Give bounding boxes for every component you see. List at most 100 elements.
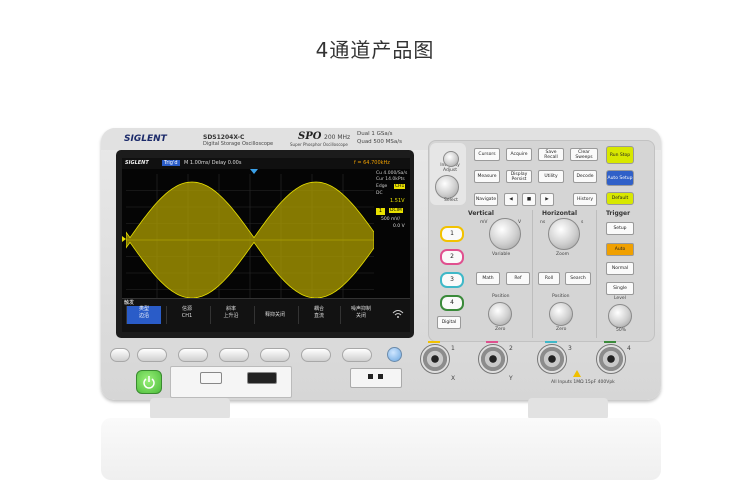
play-right-icon: ▶: [545, 197, 549, 202]
trigger-normal-button[interactable]: Normal: [606, 262, 634, 275]
navigate-button[interactable]: Navigate: [474, 193, 498, 206]
trigger-section-title: Trigger: [606, 210, 631, 217]
channel-4-input[interactable]: [596, 344, 626, 374]
ref-button[interactable]: Ref: [506, 272, 530, 285]
fifty-percent-label: 50%: [616, 328, 627, 333]
default-button[interactable]: Default: [606, 192, 634, 205]
clear-sweeps-button[interactable]: Clear Sweeps: [570, 148, 598, 161]
display-persist-button[interactable]: Display Persist: [506, 170, 532, 183]
trigger-setup-button[interactable]: Setup: [606, 222, 634, 235]
channel-1-input[interactable]: [420, 344, 450, 374]
menu-item-slope[interactable]: 斜率 上升沿: [210, 306, 251, 324]
stop-icon: ■: [526, 197, 532, 202]
channel-3-input[interactable]: [537, 344, 567, 374]
vertical-scale-knob[interactable]: [489, 218, 521, 250]
cursor-readout-b: Cur 14.0kPts: [376, 177, 405, 182]
menu-item-line2: 直流: [313, 313, 324, 319]
channel-4-button[interactable]: 4: [440, 295, 464, 311]
softkey-1[interactable]: [137, 348, 167, 362]
decode-button[interactable]: Decode: [573, 170, 597, 183]
softkey-2[interactable]: [178, 348, 208, 362]
save-recall-button[interactable]: Save Recall: [538, 148, 564, 161]
run-stop-button[interactable]: Run Stop: [606, 146, 634, 164]
menu-item-type[interactable]: 类型 边沿: [126, 306, 161, 324]
zero-label-horizontal: Zero: [556, 327, 567, 332]
zero-label: Zero: [495, 327, 506, 332]
trigger-auto-button[interactable]: Auto: [606, 243, 634, 256]
menu-item-holdoff[interactable]: 释抑关闭: [254, 306, 295, 324]
v-label: V: [518, 220, 522, 225]
waveform-area: [126, 174, 374, 306]
math-button[interactable]: Math: [476, 272, 500, 285]
channel-3-button[interactable]: 3: [440, 272, 464, 288]
trigger-level-knob[interactable]: [608, 304, 632, 328]
menu-title: 触发: [124, 300, 135, 306]
menu-item-line2: 边沿: [138, 313, 149, 319]
horizontal-position-knob[interactable]: [549, 302, 573, 326]
vertical-section-title: Vertical: [468, 210, 494, 217]
menu-off-button[interactable]: [110, 348, 130, 362]
universal-knob[interactable]: [435, 175, 459, 199]
measure-button[interactable]: Measure: [474, 170, 500, 183]
menu-item-source[interactable]: 信源 CH1: [166, 306, 207, 324]
vertical-position-knob[interactable]: [488, 302, 512, 326]
channel-offset: 0.0 V: [393, 224, 405, 229]
usb-device-port[interactable]: [247, 372, 277, 384]
play-left-icon: ◀: [509, 197, 513, 202]
input-label-1: 1: [451, 345, 455, 352]
menu-item-noise-reject[interactable]: 噪声抑制 关闭: [340, 306, 381, 324]
ns-label: ns: [540, 220, 546, 225]
menu-item-line1: 信源: [181, 306, 192, 312]
position-label-horizontal: Position: [552, 294, 570, 299]
menu-button[interactable]: [387, 347, 402, 362]
usb-port[interactable]: [200, 372, 222, 384]
softkey-5[interactable]: [301, 348, 331, 362]
softkey-6[interactable]: [342, 348, 372, 362]
trigger-single-button[interactable]: Single: [606, 282, 634, 295]
menu-item-line1: 类型: [138, 306, 149, 312]
channel-2-button[interactable]: 2: [440, 249, 464, 265]
warning-icon: [573, 370, 581, 377]
brand-logo: SIGLENT: [124, 134, 167, 144]
timebase-readout: M 1.00ms/ Delay 0.00s: [184, 160, 242, 166]
frequency-readout: f = 64.700kHz: [354, 160, 390, 166]
mv-label: mV: [480, 220, 488, 225]
probe-comp-panel: [350, 368, 402, 388]
channel-scale: 500 mV/: [381, 217, 400, 222]
intensity-knob[interactable]: [443, 151, 459, 167]
menu-item-line2: 上升沿: [223, 313, 239, 319]
history-button[interactable]: History: [573, 193, 597, 206]
menu-item-coupling[interactable]: 耦合 直流: [298, 306, 339, 324]
nav-left-button[interactable]: ◀: [504, 193, 518, 206]
input-label-3: 3: [568, 345, 572, 352]
menu-item-line2: CH1: [181, 313, 193, 319]
utility-button[interactable]: Utility: [538, 170, 564, 183]
power-icon: [143, 376, 155, 389]
roll-button[interactable]: Roll: [538, 272, 560, 285]
acquire-button[interactable]: Acquire: [506, 148, 532, 161]
horizontal-scale-knob[interactable]: [548, 218, 580, 250]
digital-button[interactable]: Digital: [437, 316, 461, 329]
softkey-3[interactable]: [219, 348, 249, 362]
channel-1-button[interactable]: 1: [440, 226, 464, 242]
auto-setup-button[interactable]: Auto Setup: [606, 170, 634, 186]
spo-subtitle: Super Phosphor Oscilloscope: [290, 142, 348, 147]
channel-1-marker: [122, 236, 126, 242]
menu-item-line1: 耦合: [313, 306, 324, 312]
search-button[interactable]: Search: [565, 272, 591, 285]
input-label-4: 4: [627, 345, 631, 352]
softkey-4[interactable]: [260, 348, 290, 362]
nav-right-button[interactable]: ▶: [540, 193, 554, 206]
input-label-2: 2: [509, 345, 513, 352]
variable-label: Variable: [492, 252, 511, 257]
power-button[interactable]: [136, 370, 162, 394]
screen-logo: SIGLENT: [125, 160, 149, 166]
edge-label: Edge: [376, 184, 388, 189]
channel-1-color-bar: [428, 341, 440, 343]
cursors-button[interactable]: Cursors: [474, 148, 500, 161]
level-label: Level: [614, 296, 626, 301]
page-title: 4通道产品图: [315, 38, 435, 62]
channel-2-input[interactable]: [478, 344, 508, 374]
menu-item-line1: 释抑关闭: [264, 312, 285, 318]
nav-stop-button[interactable]: ■: [522, 193, 536, 206]
